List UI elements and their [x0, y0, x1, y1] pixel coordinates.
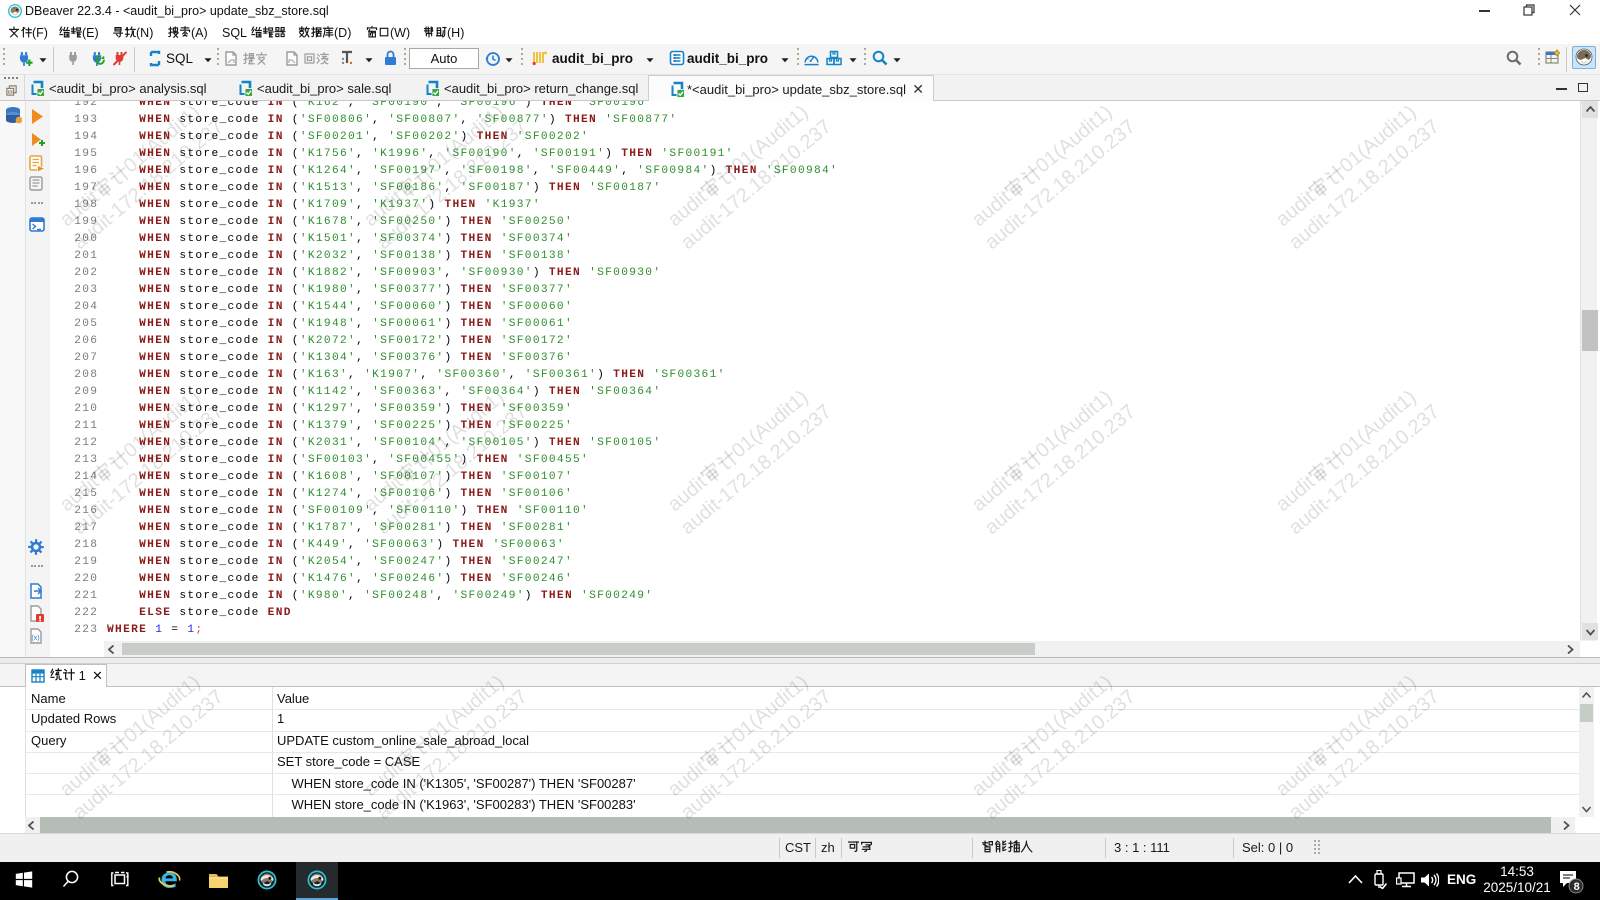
- svg-text:8: 8: [1574, 881, 1580, 893]
- svg-text:(x): (x): [31, 635, 39, 642]
